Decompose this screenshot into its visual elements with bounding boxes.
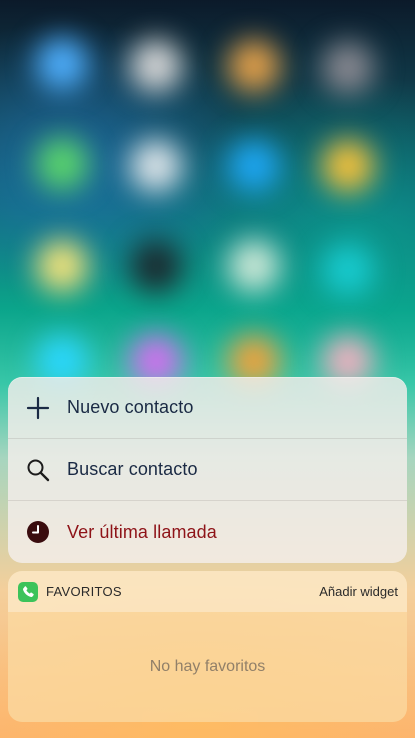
quick-action-label: Ver última llamada bbox=[67, 521, 217, 542]
widget-header: FAVORITOS Añadir widget bbox=[8, 571, 407, 612]
quick-action-label: Buscar contacto bbox=[67, 459, 198, 479]
blurred-app-icon bbox=[36, 38, 88, 90]
blurred-app-icon bbox=[36, 138, 88, 190]
blurred-app-icon bbox=[130, 240, 182, 292]
blurred-app-icon bbox=[130, 140, 182, 192]
widget-title: FAVORITOS bbox=[46, 584, 122, 599]
blurred-app-icon bbox=[322, 244, 374, 296]
quick-action-search-contact[interactable]: Buscar contacto bbox=[8, 439, 407, 501]
widget-body: No hay favoritos bbox=[8, 612, 407, 722]
blurred-app-icon bbox=[322, 140, 374, 192]
favorites-widget: FAVORITOS Añadir widget No hay favoritos bbox=[8, 571, 407, 722]
blurred-app-icon bbox=[228, 140, 280, 192]
add-widget-button[interactable]: Añadir widget bbox=[319, 584, 398, 599]
blurred-app-icon bbox=[36, 240, 88, 292]
blurred-app-icon bbox=[322, 42, 374, 94]
empty-favorites-message: No hay favoritos bbox=[149, 658, 266, 675]
phone-app-icon bbox=[18, 581, 38, 602]
quick-action-new-contact[interactable]: Nuevo contacto bbox=[8, 377, 407, 439]
plus-icon bbox=[26, 396, 50, 420]
search-icon bbox=[26, 458, 50, 482]
quick-action-label: Nuevo contacto bbox=[67, 397, 194, 417]
quick-action-last-call[interactable]: Ver última llamada bbox=[8, 501, 407, 563]
quick-actions-menu: Nuevo contacto Buscar contacto Ver últim… bbox=[8, 377, 407, 563]
clock-icon bbox=[26, 520, 50, 544]
blurred-app-icon bbox=[130, 40, 182, 92]
blurred-app-icon bbox=[228, 40, 280, 92]
blurred-app-icon bbox=[228, 240, 280, 292]
